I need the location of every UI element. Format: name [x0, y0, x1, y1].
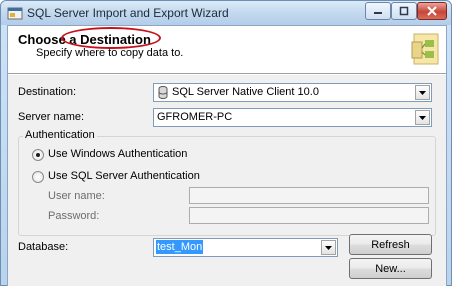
database-dropdown-button[interactable] [321, 240, 336, 255]
destination-combo[interactable]: SQL Server Native Client 10.0 [153, 83, 432, 102]
server-name-dropdown-button[interactable] [415, 110, 430, 125]
wizard-body: Destination: SQL Server Native Client 10… [8, 75, 446, 286]
minimize-icon [374, 12, 382, 14]
database-value[interactable]: test_Mon [156, 240, 204, 254]
highlight-annotation [61, 27, 161, 49]
close-button[interactable] [417, 2, 447, 20]
dropdown-arrow-icon [325, 245, 332, 250]
app-icon [7, 7, 23, 20]
sql-auth-label[interactable]: Use SQL Server Authentication [48, 170, 200, 182]
destination-value: SQL Server Native Client 10.0 [172, 86, 319, 98]
wizard-graphic [411, 33, 439, 65]
database-icon [158, 86, 168, 99]
destination-dropdown-button[interactable] [415, 85, 430, 100]
server-name-value: GFROMER-PC [157, 111, 233, 123]
refresh-button[interactable]: Refresh [349, 234, 432, 255]
window-title: SQL Server Import and Export Wizard [27, 6, 229, 20]
database-label: Database: [18, 241, 69, 253]
database-combo[interactable]: test_Mon [153, 238, 338, 257]
maximize-button[interactable] [391, 2, 417, 20]
close-icon [427, 6, 437, 16]
server-name-combo[interactable]: GFROMER-PC [153, 108, 432, 127]
maximize-icon [399, 6, 409, 16]
minimize-button[interactable] [365, 2, 391, 20]
destination-label: Destination: [18, 86, 77, 98]
user-name-label: User name: [48, 190, 105, 202]
new-database-button[interactable]: New... [349, 258, 432, 279]
dropdown-arrow-icon [419, 90, 426, 95]
dropdown-arrow-icon [419, 115, 426, 120]
title-bar[interactable]: SQL Server Import and Export Wizard [1, 1, 451, 25]
windows-auth-radio[interactable] [32, 149, 44, 161]
wizard-client-area: Choose a Destination Specify where to co… [7, 25, 447, 286]
sql-auth-radio[interactable] [32, 171, 44, 183]
wizard-header: Choose a Destination Specify where to co… [8, 26, 446, 74]
windows-auth-label[interactable]: Use Windows Authentication [48, 148, 187, 160]
password-field[interactable] [189, 207, 429, 224]
authentication-caption: Authentication [23, 129, 97, 141]
server-name-label: Server name: [18, 111, 85, 123]
wizard-window: SQL Server Import and Export Wizard Choo… [0, 0, 452, 286]
user-name-field[interactable] [189, 187, 429, 204]
password-label: Password: [48, 210, 100, 222]
page-subtitle: Specify where to copy data to. [36, 47, 184, 59]
